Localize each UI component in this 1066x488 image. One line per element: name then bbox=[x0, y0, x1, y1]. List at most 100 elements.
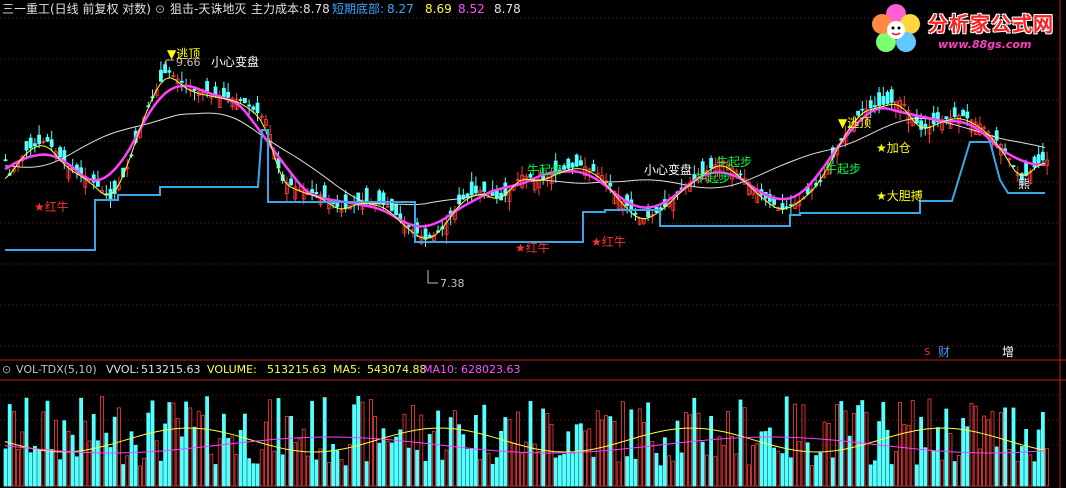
candle-body bbox=[608, 182, 613, 187]
volume-header: ⊙ VOL-TDX(5,10) VVOL: 513215.63 VOLUME: … bbox=[0, 362, 1066, 378]
volume-bar bbox=[553, 457, 558, 487]
candle-body bbox=[58, 147, 62, 158]
volume-indicator[interactable]: VOL-TDX(5,10) bbox=[16, 363, 97, 377]
event-marker-s[interactable]: S bbox=[924, 346, 930, 360]
vvol-value: 513215.63 bbox=[141, 363, 201, 376]
volume-bar bbox=[679, 452, 684, 487]
stock-name[interactable]: 三一重工(日线 前复权 对数) bbox=[2, 2, 151, 16]
candle-body bbox=[877, 92, 881, 106]
volume-bar bbox=[734, 453, 739, 487]
volume-bar bbox=[583, 430, 587, 487]
volume-bar bbox=[658, 465, 663, 487]
volume-bar bbox=[738, 399, 743, 487]
volume-bar bbox=[314, 459, 319, 487]
volume-bar bbox=[709, 415, 713, 487]
volume-bar bbox=[713, 456, 718, 487]
volume-bar bbox=[217, 438, 222, 487]
candle-body bbox=[579, 160, 583, 166]
red-bull-label: ★红牛 bbox=[34, 200, 69, 214]
volume-bar bbox=[759, 431, 764, 487]
volume-bar bbox=[377, 442, 382, 487]
volume-bar bbox=[889, 464, 894, 487]
candle-body bbox=[226, 91, 231, 98]
volume-bar bbox=[1007, 448, 1012, 487]
volume-bar bbox=[251, 463, 256, 487]
volume-bar bbox=[721, 445, 726, 487]
candle-body bbox=[994, 130, 999, 141]
add-position-label: ★加仓 bbox=[876, 141, 911, 155]
bold-bet-label: ★大胆搏 bbox=[876, 189, 923, 203]
volume-bar bbox=[158, 460, 163, 487]
volume-bar bbox=[112, 416, 117, 487]
volume-bar bbox=[75, 456, 79, 487]
site-logo: 分析家公式网 www.88gs.com bbox=[866, 0, 1062, 60]
volume-bar bbox=[562, 453, 566, 487]
volume-bar bbox=[79, 397, 83, 487]
volume-bar bbox=[579, 423, 583, 487]
candle-body bbox=[255, 102, 260, 114]
candle-body bbox=[465, 193, 470, 198]
volume-bar bbox=[726, 411, 730, 487]
bull-start-label: 牛起步 bbox=[716, 155, 753, 169]
candle-body bbox=[860, 108, 865, 111]
candle-body bbox=[885, 91, 890, 104]
candle-body bbox=[251, 106, 256, 110]
volume-bar bbox=[167, 402, 172, 487]
ma10-value: 628023.63 bbox=[461, 363, 521, 376]
volume-bar bbox=[545, 413, 550, 487]
volume-bar bbox=[747, 464, 751, 487]
volume-bar bbox=[335, 450, 340, 487]
volume-bar bbox=[784, 396, 789, 487]
candle-body bbox=[394, 204, 399, 216]
volume-bar bbox=[990, 411, 995, 487]
volume-bar bbox=[54, 419, 58, 487]
volume-bar bbox=[87, 440, 92, 487]
volume-bar bbox=[1045, 448, 1049, 487]
volume-bar bbox=[978, 448, 982, 487]
candle-body bbox=[247, 104, 252, 107]
red-bull-label: ★红牛 bbox=[591, 235, 626, 249]
volume-bar bbox=[45, 400, 50, 487]
volume-bar bbox=[1024, 428, 1028, 487]
candle-body bbox=[415, 222, 420, 234]
candle-body bbox=[179, 80, 184, 83]
volume-bar bbox=[226, 437, 231, 487]
indicator-name[interactable]: 狙击-天诛地灭 bbox=[170, 2, 246, 16]
candle-body bbox=[242, 97, 247, 104]
volume-bar bbox=[209, 453, 214, 487]
volume-bar bbox=[7, 404, 12, 487]
volume-bar bbox=[280, 454, 285, 487]
candle-body bbox=[473, 185, 478, 194]
volume-bar bbox=[537, 450, 541, 487]
dropdown-icon[interactable]: ⊙ bbox=[2, 363, 11, 377]
volume-bar bbox=[242, 413, 247, 487]
candle-body bbox=[37, 134, 41, 145]
volume-bar bbox=[263, 421, 268, 487]
candle-body bbox=[33, 143, 37, 147]
volume-bar bbox=[482, 404, 487, 487]
volume-bar bbox=[221, 413, 226, 487]
vvol-label: VVOL: bbox=[106, 363, 140, 376]
volume-bar bbox=[612, 421, 617, 487]
dropdown-icon[interactable]: ⊙ bbox=[155, 2, 165, 16]
volume-bar bbox=[789, 457, 793, 487]
volume-bar bbox=[192, 426, 197, 487]
event-marker-increase[interactable]: 增 bbox=[1002, 345, 1014, 359]
candle-body bbox=[314, 191, 319, 195]
candle-body bbox=[889, 89, 894, 103]
volume-bar bbox=[520, 453, 524, 487]
volume-bar bbox=[507, 418, 512, 487]
candle-body bbox=[923, 123, 928, 129]
volume-bar bbox=[852, 412, 856, 487]
volume-bar bbox=[268, 399, 273, 487]
candle-body bbox=[238, 99, 243, 101]
volume-bar bbox=[751, 445, 755, 487]
volume-bar bbox=[154, 440, 159, 487]
event-marker-finance[interactable]: 财 bbox=[938, 345, 950, 359]
candle-body bbox=[591, 164, 596, 172]
candle-body bbox=[944, 116, 949, 120]
volume-bar bbox=[587, 428, 592, 487]
volume-bar bbox=[957, 455, 961, 487]
red-bull-label: ★红牛 bbox=[515, 241, 550, 255]
candle-body bbox=[364, 188, 369, 202]
